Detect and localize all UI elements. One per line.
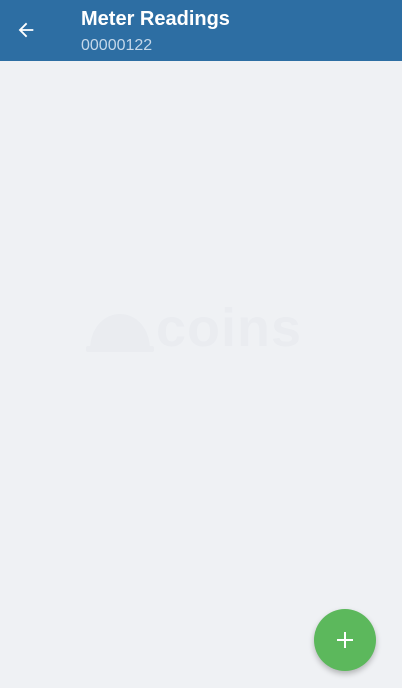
content-area (0, 61, 402, 688)
coins-watermark-logo: coins (86, 298, 318, 358)
page-subtitle: 00000122 (81, 37, 153, 54)
page-title: Meter Readings (81, 8, 230, 30)
back-button[interactable] (8, 12, 44, 48)
arrow-left-icon (18, 22, 34, 38)
watermark-text: coins (156, 298, 303, 358)
add-reading-button[interactable] (314, 609, 376, 671)
plus-icon (337, 632, 353, 648)
helmet-icon (86, 314, 154, 352)
app-bar: Meter Readings 00000122 (0, 0, 402, 61)
